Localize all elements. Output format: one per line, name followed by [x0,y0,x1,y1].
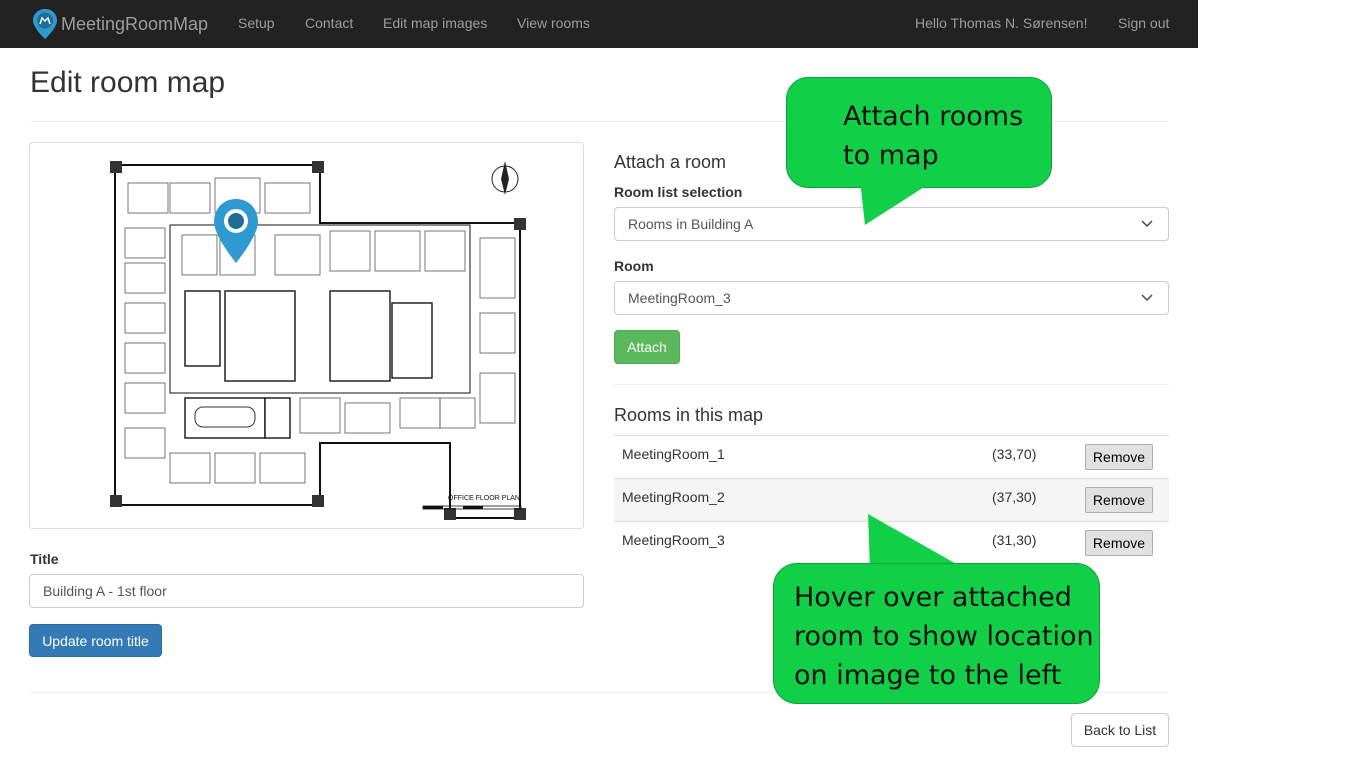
title-label: Title [30,551,59,567]
callout-attach-tail [860,180,935,225]
navbar: MeetingRoomMap Setup Contact Edit map im… [0,0,1198,48]
callout-hover-line: on image to the left [794,660,1062,691]
room-select[interactable]: MeetingRoom_3 [614,281,1169,315]
room-coords: (31,30) [992,532,1037,548]
callout-attach: Attach rooms to map [786,77,1052,188]
title-input[interactable]: Building A - 1st floor [29,574,584,608]
chevron-down-icon [1141,220,1153,227]
floor-plan-image[interactable]: OFFICE FLOOR PLAN [29,142,584,529]
back-to-list-button[interactable]: Back to List [1071,713,1169,747]
page-title: Edit room map [30,66,226,99]
compass-icon [491,161,519,195]
attach-button[interactable]: Attach [614,330,680,364]
attach-heading: Attach a room [614,152,727,172]
chevron-down-icon [1141,294,1153,301]
room-coords: (37,30) [992,489,1037,505]
callout-attach-line: to map [843,140,939,171]
map-pin-logo-icon [33,9,57,39]
columns [110,161,526,520]
brand-link[interactable]: MeetingRoomMap [32,8,208,40]
user-greeting[interactable]: Hello Thomas N. Sørensen! [915,15,1087,31]
room-list-select-value: Rooms in Building A [628,216,754,232]
callout-hover-line: Hover over attached [794,582,1072,613]
floor-plan-caption: OFFICE FLOOR PLAN [448,495,520,502]
room-name: MeetingRoom_3 [622,532,725,548]
room-coords: (33,70) [992,446,1037,462]
callout-hover: Hover over attached room to show locatio… [773,563,1100,704]
room-select-value: MeetingRoom_3 [628,290,731,306]
divider [614,384,1169,385]
callout-hover-line: room to show location [794,621,1094,652]
remove-button[interactable]: Remove [1085,530,1153,556]
location-pin-icon[interactable] [214,199,258,263]
remove-button[interactable]: Remove [1085,444,1153,470]
nav-view-rooms[interactable]: View rooms [517,15,590,31]
scale-bar [422,505,522,510]
update-room-title-button[interactable]: Update room title [29,624,162,657]
rooms-heading: Rooms in this map [614,405,764,425]
room-name: MeetingRoom_2 [622,489,725,505]
floor-plan-drawing: OFFICE FLOOR PLAN [110,161,526,520]
room-list-label: Room list selection [614,184,743,200]
room-label: Room [614,258,654,274]
callout-attach-line: Attach rooms [843,101,1024,132]
nav-edit-map-images[interactable]: Edit map images [383,15,487,31]
table-row[interactable]: MeetingRoom_1 (33,70) Remove [614,435,1169,478]
building-core [184,290,433,439]
nav-setup[interactable]: Setup [238,15,275,31]
room-name: MeetingRoom_1 [622,446,725,462]
brand-name: MeetingRoomMap [61,13,209,34]
nav-contact[interactable]: Contact [305,15,353,31]
remove-button[interactable]: Remove [1085,487,1153,513]
title-input-value: Building A - 1st floor [43,583,167,599]
sign-out-link[interactable]: Sign out [1118,15,1169,31]
